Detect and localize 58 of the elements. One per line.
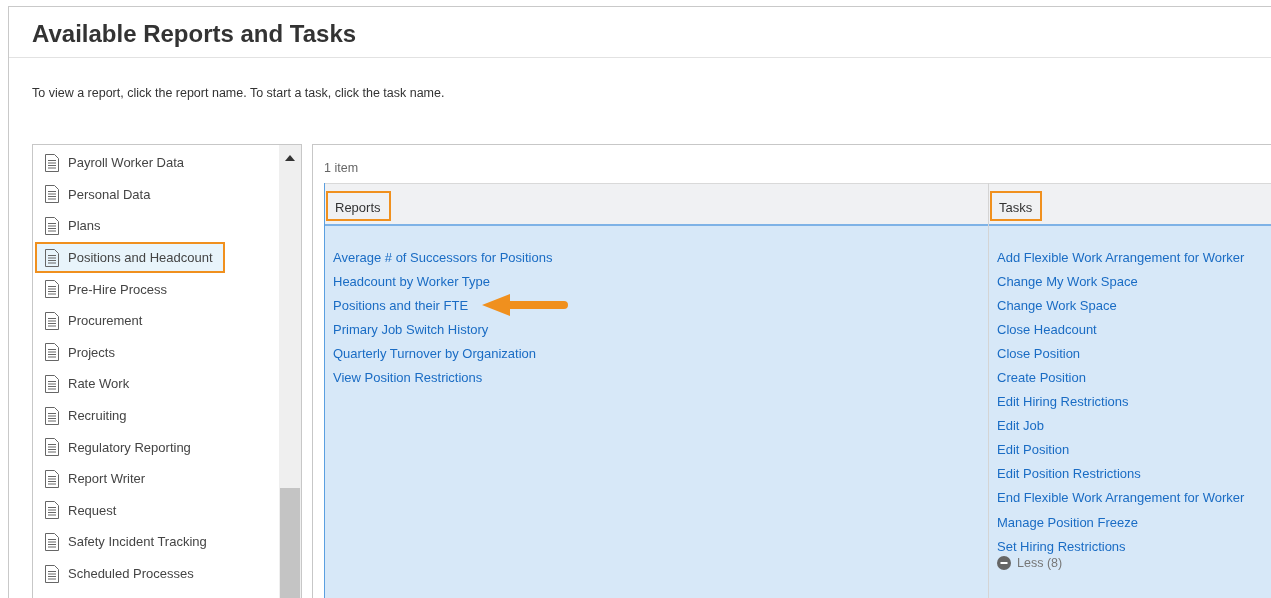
link[interactable]: Close Headcount — [997, 321, 1097, 337]
link[interactable]: Headcount by Worker Type — [333, 273, 491, 289]
category-item[interactable]: Personal Data — [33, 178, 279, 211]
category-item[interactable]: Report Writer — [33, 462, 279, 495]
document-icon — [45, 343, 59, 362]
category-item[interactable]: Safety Incident Tracking — [33, 526, 279, 558]
category-item[interactable]: Procurement — [33, 304, 279, 337]
category-item[interactable]: Regulatory Reporting — [33, 431, 279, 463]
scroll-thumb[interactable] — [280, 488, 300, 598]
category-item[interactable]: Rate Work — [33, 368, 279, 400]
document-icon — [45, 438, 59, 457]
instruction-text: To view a report, click the report name. To start a task, click the task name. — [32, 86, 445, 100]
link[interactable]: Average # of Successors for Positions — [333, 249, 553, 265]
scrollbar[interactable] — [279, 145, 301, 598]
column-heading: Tasks — [990, 191, 1043, 221]
link[interactable]: Change Work Space — [997, 297, 1117, 313]
link[interactable]: Add Flexible Work Arrangement for Worker — [997, 249, 1245, 265]
link[interactable]: Edit Hiring Restrictions — [997, 394, 1129, 410]
link[interactable]: Quarterly Turnover by Organization — [333, 345, 537, 361]
document-icon — [45, 532, 59, 551]
link[interactable]: Close Position — [997, 345, 1081, 361]
category-item[interactable]: Request — [33, 494, 279, 527]
document-icon — [45, 469, 59, 488]
document-icon — [45, 311, 59, 330]
category-item[interactable]: Payroll Worker Data — [33, 147, 279, 179]
document-icon — [45, 248, 59, 267]
document-icon — [45, 564, 59, 583]
document-icon — [45, 374, 59, 393]
category-item[interactable]: Positions and Headcount — [35, 241, 225, 274]
link[interactable]: Primary Job Switch History — [333, 321, 489, 337]
link[interactable]: View Position Restrictions — [333, 370, 483, 385]
less-toggle[interactable]: Less (8) — [997, 556, 1271, 571]
page-title: Available Reports and Tasks — [9, 7, 1271, 58]
link[interactable]: Manage Position Freeze — [997, 514, 1138, 530]
link[interactable]: End Flexible Work Arrangement for Worker — [997, 490, 1245, 506]
link[interactable]: Change My Work Space — [997, 273, 1138, 289]
arrow-icon — [482, 294, 569, 317]
column-heading: Reports — [326, 191, 391, 221]
document-icon — [45, 406, 59, 425]
document-icon — [45, 280, 59, 299]
document-icon — [45, 501, 59, 520]
link[interactable]: Set Hiring Restrictions — [997, 538, 1126, 554]
category-item[interactable]: Recruiting — [33, 399, 279, 432]
category-item[interactable]: Scheduled Processes — [33, 557, 279, 590]
document-icon — [45, 185, 59, 204]
link[interactable]: Positions and their FTE — [333, 297, 469, 313]
minus-icon — [997, 556, 1011, 571]
category-item[interactable]: Projects — [33, 336, 279, 369]
link[interactable]: Create Position — [997, 370, 1086, 385]
category-item[interactable]: Pre-Hire Process — [33, 273, 279, 305]
item-count: 1 item — [324, 161, 360, 175]
scroll-up-icon[interactable] — [285, 155, 295, 161]
document-icon — [45, 153, 59, 172]
link[interactable]: Edit Position — [997, 442, 1070, 458]
link[interactable]: Edit Position Restrictions — [997, 466, 1141, 482]
document-icon — [45, 217, 59, 235]
category-item[interactable]: Plans — [33, 210, 279, 242]
link[interactable]: Edit Job — [997, 418, 1044, 434]
